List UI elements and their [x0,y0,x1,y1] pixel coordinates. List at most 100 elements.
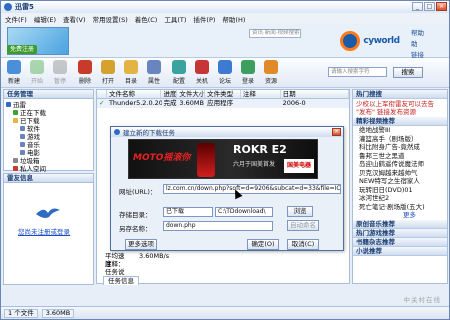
toolbar-button-pause[interactable]: 暂停 [49,58,71,86]
tab-task-info[interactable]: 任务信息 [103,276,139,285]
menu-item[interactable]: 常用设置(S) [93,14,128,24]
col-size[interactable]: 文件大小 [177,90,206,98]
video-link[interactable]: 绝地战警ⅡⅠ [353,126,447,135]
video-link[interactable]: 贝克汉姆越来越帅气 [353,169,447,178]
table-row[interactable]: ✓ Thunder5.2.0.20 完成 3.60MB 应用程序 2006-0 [97,99,349,108]
new-task-dialog: 建立新的下载任务 × MOTO摇滚你 ROKR E2 六月于国美首发 国美电器 … [110,126,344,251]
game-rec-title[interactable]: 热门游戏推荐 [353,228,447,238]
tree-item[interactable]: 迅雷 [6,100,91,109]
tree-item[interactable]: 软件 [6,124,91,133]
auto-rename-button[interactable]: 自动命名 [287,220,319,231]
toolbar-button-delete[interactable]: 删除 [74,58,96,86]
toolbar-button-resource[interactable]: 资源 [260,58,282,86]
config-icon [172,60,186,74]
menu-item[interactable]: 帮助(H) [222,14,245,24]
video-link[interactable]: NEW特写之生宿家人 [353,177,447,186]
menu-item[interactable]: 文件(F) [5,14,27,24]
toolbar-button-label: 开始 [30,78,43,85]
col-type[interactable]: 文件类型 [205,90,241,98]
col-note[interactable]: 注释 [241,90,281,98]
url-input[interactable]: lz.com.cn/down.php?soft=d=9206&subcat=d=… [163,184,341,194]
toolbar-button-label: 关机 [195,78,208,85]
new-icon [7,60,21,74]
rename-input[interactable]: down.php [163,221,273,231]
cell-date: 2006-0 [282,99,306,107]
col-name[interactable]: 文件名称 [107,90,162,98]
video-link[interactable]: 冰河世纪2 [353,194,447,203]
minimize-button[interactable]: _ [412,2,423,11]
toolbar-button-shutdown[interactable]: 关机 [191,58,213,86]
login-icon [241,60,255,74]
task-tree: 迅雷 正在下载 已下载 软件 游戏 音乐 电影 垃圾箱 私人空间 [4,99,93,173]
book-rec-title[interactable]: 书籍杂志推荐 [353,237,447,247]
toolbar-button-config[interactable]: 配置 [168,58,190,86]
toolbar-button-forum[interactable]: 论坛 [214,58,236,86]
cell-name: Thunder5.2.0.20 [108,99,162,107]
browse-button[interactable]: 浏览 [287,206,313,217]
folder-icon [20,133,25,139]
pause-icon [53,60,67,74]
maximize-button[interactable]: □ [424,2,435,11]
toolbar-button-properties[interactable]: 属性 [143,58,165,86]
tree-item[interactable]: 垃圾箱 [6,156,91,165]
register-button[interactable]: 免费注册 [7,45,38,54]
more-link[interactable]: 更多 [353,211,447,220]
dialog-ad-banner[interactable]: MOTO摇滚你 ROKR E2 六月于国美首发 国美电器 [128,139,318,179]
toolbar-button-open[interactable]: 打开 [97,58,119,86]
col-status[interactable] [97,90,107,98]
tree-item[interactable]: 私人空间 [6,164,91,173]
novel-rec-title[interactable]: 小说推荐 [353,246,447,256]
tree-item-label: 私人空间 [20,165,46,173]
side-link[interactable]: 帮助 [411,27,447,37]
close-button[interactable]: × [436,2,447,11]
toolbar-button-label: 暂停 [53,78,66,85]
toolbar-button-label: 打开 [101,78,114,85]
col-progress[interactable]: 进度 [161,90,178,98]
category-select[interactable]: 已下载 [163,207,213,217]
menu-item[interactable]: 工具(T) [164,14,186,24]
complete-check-icon: ✓ [99,99,105,107]
video-link[interactable]: 死亡笔记·剧场版(五大) [353,203,447,212]
side-link[interactable]: 助 [411,38,447,48]
ad-gome-logo: 国美电器 [284,159,314,173]
tree-item[interactable]: 电影 [6,148,91,157]
video-link[interactable]: 科比附身广告-竟然成 [353,143,447,152]
ok-button[interactable]: 确定(O) [247,239,279,250]
music-rec-title[interactable]: 原创音乐推荐 [353,219,447,229]
ad-rokr-text: ROKR E2 [233,143,287,156]
menu-item[interactable]: 编辑(E) [34,14,56,24]
menu-item[interactable]: 着色(C) [135,14,158,24]
forum-icon [218,60,232,74]
menu-item[interactable]: 插件(P) [193,14,215,24]
video-link[interactable]: 鲁邦三世之黑道 [353,152,447,161]
login-link[interactable]: 您尚未注册或登录 [18,226,70,236]
video-link[interactable]: 玩转旧日(DVD)01 [353,186,447,195]
toolbar-button-play[interactable]: 开始 [26,58,48,86]
cancel-button[interactable]: 取消(C) [287,239,319,250]
dialog-close-button[interactable]: × [332,128,341,136]
more-options-button[interactable]: 更多选项 [125,239,157,250]
tree-item[interactable]: 正在下载 [6,108,91,117]
menu-item[interactable]: 查看(V) [63,14,86,24]
window-controls: _ □ × [412,2,447,11]
folder-icon [13,157,18,163]
logo-eye-icon [340,31,361,51]
path-select[interactable]: C:\TDdownload\ [215,207,273,217]
toolbar-button-new[interactable]: 新建 [3,58,25,86]
col-date[interactable]: 日期 [281,90,349,98]
video-link[interactable]: 灌篮高手（剧场版） [353,135,447,144]
tree-item[interactable]: 游戏 [6,132,91,141]
toolbar-search-input[interactable]: 请输入搜索字符 [328,67,387,77]
video-link[interactable]: 岛迎山鹤遥传说魔法师 [353,160,447,169]
task-panel-title: 任务管理 [4,90,93,99]
tree-item[interactable]: 音乐 [6,140,91,149]
banner-search-input[interactable]: 资讯·新闻·视频搜索 [249,29,301,38]
toolbar-button-folder[interactable]: 目录 [120,58,142,86]
ad-sub-text: 六月于国美首发 [233,161,276,168]
hot-search-text[interactable]: 少校以上军衔雷友可以去告 "发布" 链接发布资源 [353,99,447,117]
tree-item[interactable]: 已下载 [6,116,91,125]
toolbar-button-login[interactable]: 登录 [237,58,259,86]
detail-key: 平均速度： [105,252,125,268]
table-header: 文件名称 进度 文件大小 文件类型 注释 日期 [97,90,349,99]
toolbar-search-button[interactable]: 搜索 [393,67,423,78]
